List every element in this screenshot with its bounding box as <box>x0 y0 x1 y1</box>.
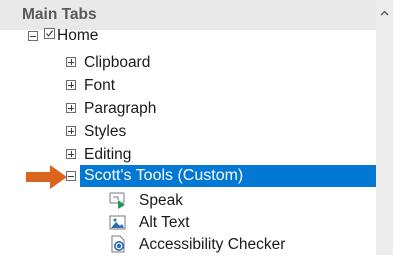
checkmark-icon <box>46 30 54 37</box>
tree-item-editing[interactable]: Editing <box>0 143 376 166</box>
expand-editing-toggle[interactable] <box>66 149 76 159</box>
tree-item-label: Editing <box>84 146 132 163</box>
command-label: Speak <box>139 192 183 209</box>
command-label: Accessibility Checker <box>139 236 286 253</box>
panel-title: Main Tabs <box>22 6 97 23</box>
command-item-accessibility-checker[interactable]: Accessibility Checker <box>0 233 376 256</box>
accessibility-checker-icon <box>111 235 125 253</box>
collapse-custom-group-toggle[interactable] <box>66 171 76 181</box>
tree-item-paragraph[interactable]: Paragraph <box>0 97 376 120</box>
selected-row-highlight[interactable]: Scott's Tools (Custom) <box>80 165 376 187</box>
tree-item-label: Paragraph <box>84 100 157 117</box>
expand-styles-toggle[interactable] <box>66 126 76 136</box>
main-tabs-panel: Main Tabs Home Clipboard Font Paragraph … <box>0 0 393 255</box>
speak-icon <box>109 192 125 209</box>
tree-item-label: Font <box>84 77 116 94</box>
expand-font-toggle[interactable] <box>66 80 76 90</box>
tree-item-styles[interactable]: Styles <box>0 120 376 143</box>
tree-item-clipboard[interactable]: Clipboard <box>0 51 376 74</box>
command-label: Alt Text <box>139 214 190 231</box>
scroll-up-button[interactable] <box>376 6 393 20</box>
home-checkbox[interactable] <box>44 28 55 39</box>
command-item-alt-text[interactable]: Alt Text <box>0 211 376 234</box>
command-item-speak[interactable]: Speak <box>0 189 376 212</box>
chevron-up-icon <box>380 10 389 16</box>
expand-paragraph-toggle[interactable] <box>66 103 76 113</box>
vertical-scrollbar[interactable] <box>376 0 393 255</box>
expand-clipboard-toggle[interactable] <box>66 57 76 67</box>
tree-item-label: Home <box>57 27 99 44</box>
tree-item-label: Styles <box>84 123 127 140</box>
tree-item-label: Clipboard <box>84 54 151 71</box>
tree-item-home[interactable]: Home <box>0 24 376 47</box>
collapse-home-toggle[interactable] <box>28 31 38 41</box>
tree-item-label: Scott's Tools (Custom) <box>84 167 244 184</box>
image-alt-text-icon <box>109 215 126 230</box>
tree-item-font[interactable]: Font <box>0 74 376 97</box>
